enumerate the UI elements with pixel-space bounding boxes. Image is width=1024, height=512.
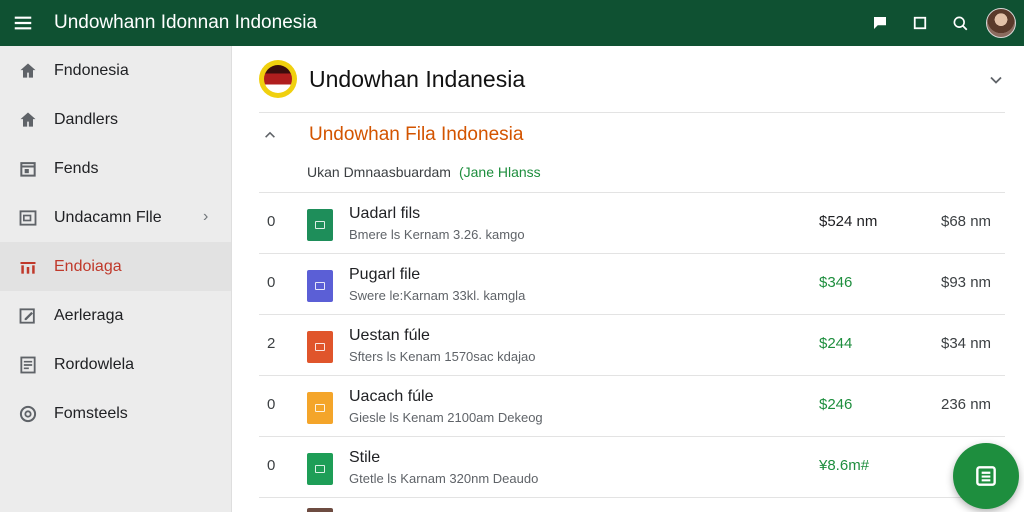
file-price: ¥8.6m#	[819, 457, 870, 474]
file-name: Uadarl fils	[349, 205, 421, 222]
file-name: Uestan fúle	[349, 327, 430, 344]
sidebar-item-rordowlela[interactable]: Rordowlela	[0, 340, 231, 389]
search-icon	[953, 16, 968, 31]
expand-button[interactable]	[988, 72, 1004, 88]
file-price: $246	[819, 396, 853, 413]
avatar[interactable]	[986, 8, 1016, 38]
file-icon	[307, 508, 333, 512]
chevron-up-icon	[265, 131, 275, 138]
table-row[interactable]	[259, 497, 1005, 512]
page-header: Undowhan Indanesia	[233, 46, 1024, 112]
file-size: $68 nm	[941, 213, 992, 230]
file-name: Pugarl file	[349, 266, 421, 283]
row-number: 0	[267, 213, 276, 230]
list-icon	[976, 466, 996, 486]
file-meta: Bmere ls Kernam 3.26. kamgo	[349, 227, 525, 242]
file-icon	[307, 392, 333, 424]
brand-logo	[259, 60, 297, 98]
file-icon	[307, 209, 333, 241]
table-row[interactable]: 0 Uadarl fils Bmere ls Kernam 3.26. kamg…	[259, 192, 1005, 253]
window-button[interactable]	[900, 0, 940, 46]
section-title: Undowhan Fila Indonesia	[309, 124, 524, 145]
page-title: Undowhan Indanesia	[309, 65, 526, 92]
file-list: 0 Uadarl fils Bmere ls Kernam 3.26. kamg…	[259, 192, 1005, 512]
square-icon	[913, 16, 927, 30]
chevron-down-icon	[990, 76, 1002, 84]
file-size: $34 nm	[941, 335, 992, 352]
sidebar-item-label: Rordowlela	[54, 355, 135, 373]
collapse-section-button[interactable]	[259, 124, 281, 146]
circle-settings-icon	[18, 404, 38, 424]
sidebar-item-label: Aerleraga	[54, 306, 124, 324]
home-icon	[18, 110, 38, 130]
file-meta: Gtetle ls Karnam 320nm Deaudo	[349, 471, 539, 486]
file-name: Stile	[349, 449, 381, 466]
app-bar-actions	[860, 0, 1024, 46]
row-number: 0	[267, 274, 276, 291]
search-button[interactable]	[940, 0, 980, 46]
file-price: $244	[819, 335, 853, 352]
sidebar-item-label: Dandlers	[54, 110, 119, 128]
file-meta: Giesle ls Kenam 2100am Dekeog	[349, 410, 543, 425]
section-subheading: Ukan Dmnaasbuardam (Jane Hlanss	[307, 164, 541, 180]
sidebar-item-label: Undacamn Flle	[54, 208, 162, 226]
home-icon	[18, 61, 38, 81]
table-row[interactable]: 0 Pugarl file Swere le:Karnam 33kl. kamg…	[259, 253, 1005, 314]
sidebar-item-label: Fomsteels	[54, 404, 128, 422]
sidebar-item-fomsteels[interactable]: Fomsteels	[0, 389, 231, 438]
table-row[interactable]: 0 Uacach fúle Giesle ls Kenam 2100am Dek…	[259, 375, 1005, 436]
file-meta: Swere le:Karnam 33kl. kamgla	[349, 288, 526, 303]
sidebar-item-dandlers[interactable]: Dandlers	[0, 95, 231, 144]
file-icon	[307, 453, 333, 485]
app-bar: Undowhann Idonnan Indonesia	[0, 0, 1024, 46]
file-size: 236 nm	[941, 396, 992, 413]
file-meta: Sfters ls Kenam 1570sac kdajao	[349, 349, 536, 364]
sidebar-item-fndonesia[interactable]: Fndonesia	[0, 46, 231, 95]
row-number: 0	[267, 396, 276, 413]
sidebar-item-label: Fends	[54, 159, 99, 177]
chat-button[interactable]	[860, 0, 900, 46]
sidebar-item-label: Endoiaga	[54, 257, 122, 275]
list-fab-button[interactable]	[953, 443, 1019, 509]
subheading-text: Ukan Dmnaasbuardam	[307, 164, 451, 180]
header-divider	[259, 112, 1005, 113]
row-number: 0	[267, 457, 276, 474]
menu-button[interactable]	[0, 0, 46, 46]
file-price: $346	[819, 274, 853, 291]
chevron-right-icon: ›	[203, 208, 209, 225]
sidebar-item-undacamn-flle[interactable]: Undacamn Flle ›	[0, 193, 231, 242]
sidebar-item-label: Fndonesia	[54, 61, 129, 79]
sidebar: Fndonesia Dandlers Fends Undacamn Flle ›…	[0, 46, 232, 512]
file-icon	[307, 331, 333, 363]
subheading-tag[interactable]: (Jane Hlanss	[459, 164, 541, 180]
list-document-icon	[18, 355, 38, 375]
section-header: Undowhan Fila Indonesia	[259, 120, 1005, 150]
edit-document-icon	[18, 306, 38, 326]
row-number: 2	[267, 335, 276, 352]
main-content: Undowhan Indanesia Undowhan Fila Indones…	[233, 46, 1024, 512]
file-price: $524 nm	[819, 213, 878, 230]
sidebar-item-fends[interactable]: Fends	[0, 144, 231, 193]
folder-file-icon	[18, 208, 38, 228]
table-row[interactable]: 2 Uestan fúle Sfters ls Kenam 1570sac kd…	[259, 314, 1005, 375]
file-name: Uacach fúle	[349, 388, 434, 405]
table-row[interactable]: 0 Stile Gtetle ls Karnam 320nm Deaudo ¥8…	[259, 436, 1005, 497]
file-icon	[307, 270, 333, 302]
bar-chart-icon	[18, 257, 38, 277]
app-title: Undowhann Idonnan Indonesia	[54, 12, 318, 33]
sidebar-item-endoiaga[interactable]: Endoiaga	[0, 242, 231, 291]
calendar-icon	[18, 159, 38, 179]
hamburger-icon	[14, 16, 32, 30]
file-size: $93 nm	[941, 274, 992, 291]
sidebar-item-aerleraga[interactable]: Aerleraga	[0, 291, 231, 340]
chat-bubble-icon	[874, 17, 886, 29]
